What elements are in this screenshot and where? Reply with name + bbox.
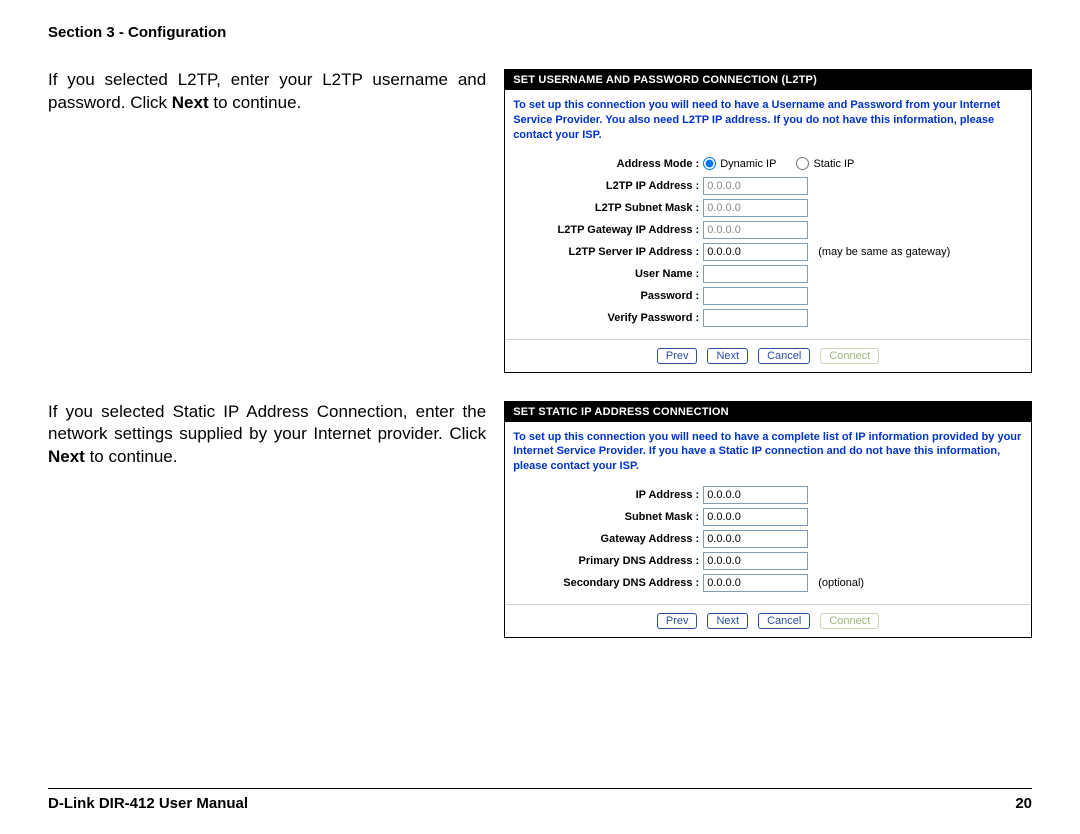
static-ip-instruction-text: If you selected Static IP Address Connec… <box>48 401 486 639</box>
form-area: Address Mode : Dynamic IP Static IP L2TP… <box>505 153 1031 339</box>
button-row: Prev Next Cancel Connect <box>505 604 1031 637</box>
prev-button[interactable]: Prev <box>657 348 698 364</box>
primary-dns-input[interactable] <box>703 552 808 570</box>
username-label: User Name : <box>513 268 703 280</box>
text: to continue. <box>209 93 302 112</box>
l2tp-instruction-text: If you selected L2TP, enter your L2TP us… <box>48 69 486 373</box>
cancel-button[interactable]: Cancel <box>758 348 810 364</box>
dynamic-ip-radio[interactable]: Dynamic IP <box>703 157 776 170</box>
primary-dns-label: Primary DNS Address : <box>513 555 703 567</box>
page-number: 20 <box>1015 795 1032 812</box>
l2tp-ip-input[interactable] <box>703 177 808 195</box>
l2tp-server-input[interactable] <box>703 243 808 261</box>
next-button[interactable]: Next <box>707 613 748 629</box>
subnet-mask-input[interactable] <box>703 508 808 526</box>
static-ip-radio[interactable]: Static IP <box>796 157 854 170</box>
form-area: IP Address : Subnet Mask : Gateway Addre… <box>505 484 1031 604</box>
gateway-address-input[interactable] <box>703 530 808 548</box>
l2tp-ip-label: L2TP IP Address : <box>513 180 703 192</box>
username-input[interactable] <box>703 265 808 283</box>
bold-next: Next <box>172 93 209 112</box>
subnet-mask-label: Subnet Mask : <box>513 511 703 523</box>
static-ip-section: If you selected Static IP Address Connec… <box>48 401 1032 639</box>
secondary-dns-label: Secondary DNS Address : <box>513 577 703 589</box>
prev-button[interactable]: Prev <box>657 613 698 629</box>
static-ip-radio-input[interactable] <box>796 157 809 170</box>
text: If you selected Static IP Address Connec… <box>48 402 486 444</box>
connect-button: Connect <box>820 348 879 364</box>
l2tp-server-label: L2TP Server IP Address : <box>513 246 703 258</box>
panel-title: SET USERNAME AND PASSWORD CONNECTION (L2… <box>505 70 1031 90</box>
l2tp-subnet-label: L2TP Subnet Mask : <box>513 202 703 214</box>
static-ip-config-panel: SET STATIC IP ADDRESS CONNECTION To set … <box>504 401 1032 639</box>
optional-hint: (optional) <box>818 577 864 589</box>
page-footer: D-Link DIR-412 User Manual 20 <box>48 788 1032 812</box>
password-label: Password : <box>513 290 703 302</box>
section-header: Section 3 - Configuration <box>48 24 1032 41</box>
manual-title: D-Link DIR-412 User Manual <box>48 795 248 812</box>
verify-password-input[interactable] <box>703 309 808 327</box>
address-mode-label: Address Mode : <box>513 158 703 170</box>
ip-address-label: IP Address : <box>513 489 703 501</box>
l2tp-gateway-input[interactable] <box>703 221 808 239</box>
connect-button: Connect <box>820 613 879 629</box>
radio-label: Static IP <box>813 158 854 170</box>
panel-title: SET STATIC IP ADDRESS CONNECTION <box>505 402 1031 422</box>
panel-description: To set up this connection you will need … <box>505 90 1031 153</box>
radio-label: Dynamic IP <box>720 158 776 170</box>
l2tp-section: If you selected L2TP, enter your L2TP us… <box>48 69 1032 373</box>
verify-password-label: Verify Password : <box>513 312 703 324</box>
password-input[interactable] <box>703 287 808 305</box>
next-button[interactable]: Next <box>707 348 748 364</box>
ip-address-input[interactable] <box>703 486 808 504</box>
l2tp-config-panel: SET USERNAME AND PASSWORD CONNECTION (L2… <box>504 69 1032 373</box>
gateway-address-label: Gateway Address : <box>513 533 703 545</box>
bold-next: Next <box>48 447 85 466</box>
secondary-dns-input[interactable] <box>703 574 808 592</box>
button-row: Prev Next Cancel Connect <box>505 339 1031 372</box>
panel-description: To set up this connection you will need … <box>505 422 1031 485</box>
cancel-button[interactable]: Cancel <box>758 613 810 629</box>
text: to continue. <box>85 447 178 466</box>
server-hint: (may be same as gateway) <box>818 246 950 258</box>
l2tp-subnet-input[interactable] <box>703 199 808 217</box>
dynamic-ip-radio-input[interactable] <box>703 157 716 170</box>
l2tp-gateway-label: L2TP Gateway IP Address : <box>513 224 703 236</box>
